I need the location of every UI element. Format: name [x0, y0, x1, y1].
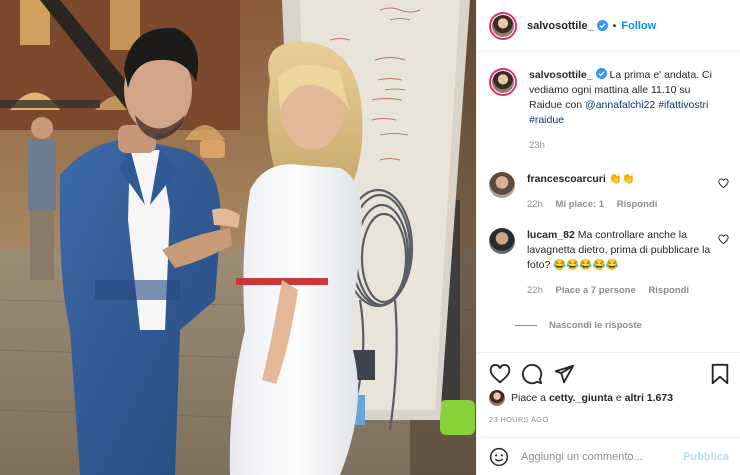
- verified-badge-icon: [596, 20, 608, 31]
- comment-age[interactable]: 22h: [527, 199, 543, 210]
- caption-age[interactable]: 23h: [529, 140, 545, 151]
- post-side-panel: salvosottile_ • Follow salvosottile_ La …: [476, 0, 740, 475]
- comments-list[interactable]: salvosottile_ La prima e' andata. Ci ved…: [477, 52, 740, 352]
- replies-divider: [515, 325, 537, 326]
- likes-middle: e: [615, 392, 622, 404]
- caption-username[interactable]: salvosottile_: [529, 69, 593, 81]
- post-timestamp[interactable]: 23 HOURS AGO: [489, 415, 548, 424]
- author-username[interactable]: salvosottile_: [527, 20, 594, 32]
- hide-replies-label: Nascondi le risposte: [549, 320, 642, 331]
- likes-prefix: Piace a: [511, 392, 547, 404]
- comment-text: 👏👏: [608, 173, 635, 185]
- comment-input[interactable]: [521, 450, 671, 463]
- follow-button[interactable]: Follow: [621, 20, 656, 32]
- caption-hashtag[interactable]: #raidue: [529, 114, 564, 126]
- post-photo[interactable]: [0, 0, 476, 475]
- comment-likes[interactable]: Mi piace: 1: [556, 199, 605, 210]
- publish-button[interactable]: Pubblica: [683, 451, 729, 463]
- comment-age[interactable]: 22h: [527, 285, 543, 296]
- liker-avatar[interactable]: [489, 390, 505, 406]
- instagram-post: salvosottile_ • Follow salvosottile_ La …: [0, 0, 740, 475]
- comment-body: francescoarcuri 👏👏 22h Mi piace: 1 Rispo…: [527, 172, 722, 212]
- reply-button[interactable]: Rispondi: [617, 199, 658, 210]
- caption-avatar[interactable]: [489, 68, 517, 96]
- bookmark-icon[interactable]: [709, 363, 731, 385]
- share-icon[interactable]: [553, 363, 575, 385]
- post-actions: [477, 352, 740, 394]
- add-comment-bar: Pubblica: [477, 437, 740, 475]
- likes-others-link[interactable]: altri 1.673: [625, 392, 673, 404]
- heart-icon[interactable]: [489, 363, 511, 385]
- caption-meta: 23h: [529, 138, 724, 153]
- caption-body: salvosottile_ La prima e' andata. Ci ved…: [529, 68, 724, 153]
- comment-body: lucam_82 Ma controllare anche la lavagne…: [527, 228, 722, 298]
- comment-item: francescoarcuri 👏👏 22h Mi piace: 1 Rispo…: [489, 172, 729, 212]
- reply-button[interactable]: Rispondi: [648, 285, 689, 296]
- comment-username[interactable]: lucam_82: [527, 229, 575, 241]
- liker-username[interactable]: cetty._giunta: [549, 392, 613, 404]
- comment-meta: 22h Mi piace: 1 Rispondi: [527, 197, 722, 212]
- commenter-avatar[interactable]: [489, 172, 515, 198]
- comment-username[interactable]: francescoarcuri: [527, 173, 606, 185]
- photo-illustration: [0, 0, 476, 475]
- emoji-icon[interactable]: [489, 447, 509, 467]
- comment-heart-icon[interactable]: [718, 178, 729, 189]
- post-header: salvosottile_ • Follow: [477, 0, 740, 52]
- comment-icon[interactable]: [521, 363, 543, 385]
- comment-meta: 22h Piace a 7 persone Rispondi: [527, 283, 722, 298]
- header-separator: •: [612, 19, 617, 32]
- commenter-avatar[interactable]: [489, 228, 515, 254]
- author-avatar[interactable]: [489, 11, 517, 40]
- comment-item: lucam_82 Ma controllare anche la lavagne…: [489, 228, 729, 298]
- caption-mention[interactable]: @annafalchi22: [585, 99, 655, 111]
- post-caption: salvosottile_ La prima e' andata. Ci ved…: [489, 68, 729, 153]
- hide-replies-button[interactable]: Nascondi le risposte: [515, 320, 642, 331]
- verified-badge-icon: [595, 68, 607, 79]
- comment-heart-icon[interactable]: [718, 234, 729, 245]
- caption-hashtag[interactable]: #ifattivostri: [658, 99, 708, 111]
- likes-summary: Piace a cetty._giunta e altri 1.673: [489, 390, 673, 406]
- comment-likes[interactable]: Piace a 7 persone: [556, 285, 636, 296]
